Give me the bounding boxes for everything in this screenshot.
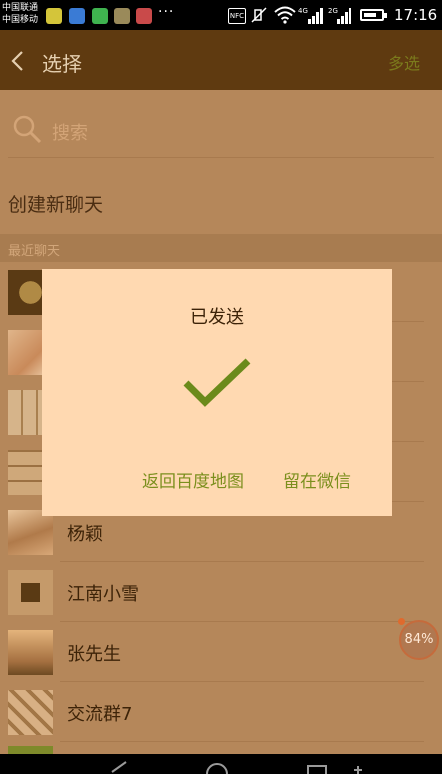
sent-dialog: 已发送 返回百度地图 留在微信	[42, 269, 392, 516]
nav-recent-icon[interactable]	[306, 760, 328, 774]
status-bar: 中国联通 中国移动 ··· NFC 4G 2G 17:16	[0, 0, 442, 30]
page-title: 选择	[42, 52, 82, 76]
carrier-info: 中国联通 中国移动	[2, 2, 38, 26]
nav-home-icon[interactable]	[204, 760, 230, 774]
face-notify-icon	[136, 8, 152, 24]
floating-progress-badge[interactable]: 84%	[399, 620, 439, 660]
back-arrow-icon[interactable]	[8, 49, 28, 73]
nfc-icon: NFC	[228, 8, 246, 24]
avatar	[8, 630, 53, 675]
avatar	[8, 570, 53, 615]
chat-name: 交流群7	[67, 704, 133, 725]
net-2g-label: 2G	[328, 7, 338, 15]
search-icon	[13, 115, 42, 144]
back-to-baidu-map-button[interactable]: 返回百度地图	[142, 467, 244, 492]
recent-chats-label: 最近聊天	[8, 244, 61, 259]
chat-row[interactable]: 张先生	[0, 622, 442, 682]
carrier-2-label: 中国移动	[2, 15, 39, 25]
status-time: 17:16	[394, 6, 438, 24]
signal-2g-icon: 2G	[328, 7, 351, 24]
net-4g-label: 4G	[298, 7, 308, 15]
checkmark-icon	[183, 358, 251, 407]
wifi-icon	[274, 6, 296, 24]
chat-name: 张先生	[67, 644, 121, 665]
next-avatar-partial	[8, 746, 53, 754]
top-bar: 选择 多选	[0, 30, 442, 90]
carrier-1-label: 中国联通	[2, 3, 39, 13]
avatar	[8, 510, 53, 555]
create-chat-row[interactable]: 创建新聊天	[0, 158, 442, 234]
search-bar[interactable]: 搜索	[0, 90, 442, 158]
chat-name: 杨颖	[67, 524, 103, 545]
vibrate-mute-icon	[251, 7, 267, 23]
battery-level-fill	[364, 13, 376, 17]
chat-name: 江南小雪	[67, 584, 139, 605]
chat-row[interactable]: 江南小雪	[0, 562, 442, 622]
wechat-notify-icon	[46, 8, 62, 24]
dialog-title: 已发送	[190, 307, 244, 328]
battery-icon	[360, 9, 387, 21]
overflow-dots-icon: ···	[158, 4, 175, 20]
search-placeholder: 搜索	[52, 123, 88, 144]
map-notify-icon	[69, 8, 85, 24]
badge-dot	[398, 618, 405, 625]
multi-select-button[interactable]: 多选	[388, 50, 420, 74]
app-notify-icon	[114, 8, 130, 24]
row-divider	[60, 741, 424, 742]
group-avatar	[8, 690, 53, 735]
nav-menu-icon[interactable]	[350, 760, 366, 774]
stay-in-wechat-button[interactable]: 留在微信	[283, 467, 351, 492]
signal-4g-icon: 4G	[298, 7, 323, 24]
system-nav-bar	[0, 754, 442, 774]
create-chat-label: 创建新聊天	[8, 194, 104, 216]
chat-row[interactable]: 交流群7	[0, 682, 442, 742]
message-notify-icon	[92, 8, 108, 24]
recent-chats-header: 最近聊天	[0, 234, 442, 262]
nav-back-icon[interactable]	[108, 760, 130, 774]
